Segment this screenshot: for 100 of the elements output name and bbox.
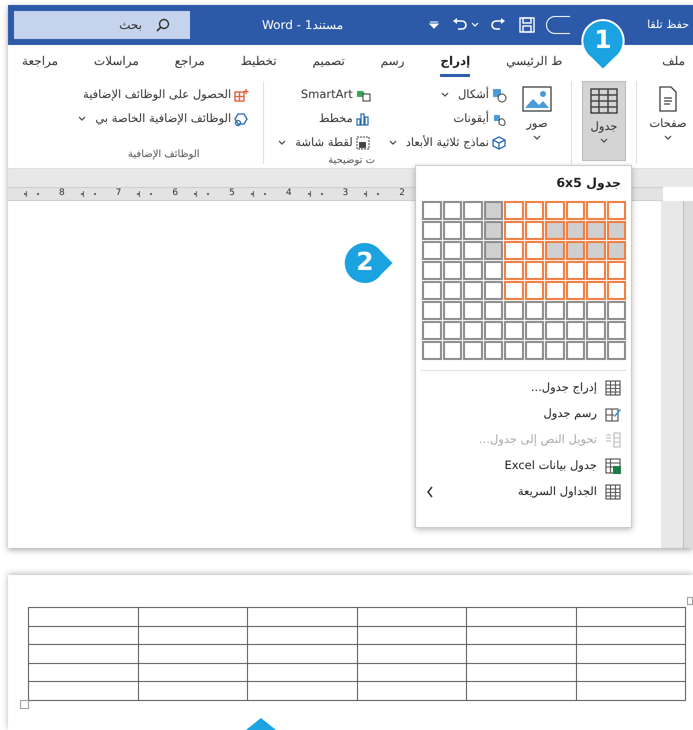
resize-handle[interactable] <box>20 700 29 709</box>
grid-cell[interactable] <box>422 240 442 260</box>
grid-cell[interactable] <box>463 320 482 340</box>
grid-cell[interactable] <box>545 240 564 260</box>
grid-cell[interactable] <box>606 260 626 280</box>
grid-cell[interactable] <box>586 200 606 220</box>
grid-cell[interactable] <box>442 320 462 340</box>
grid-cell[interactable] <box>422 280 442 300</box>
ribbon-tab[interactable]: ط الرئيسي <box>506 52 562 77</box>
ribbon-command[interactable]: أيقونات <box>453 109 507 129</box>
grid-cell[interactable] <box>606 240 626 260</box>
grid-cell[interactable] <box>442 220 462 240</box>
search-field[interactable]: بحث <box>14 11 190 39</box>
grid-cell[interactable] <box>524 280 544 300</box>
grid-cell[interactable] <box>484 320 503 340</box>
grid-cell[interactable] <box>484 240 503 260</box>
grid-cell[interactable] <box>422 300 442 320</box>
grid-cell[interactable] <box>504 240 524 260</box>
grid-cell[interactable] <box>566 240 585 260</box>
grid-cell[interactable] <box>586 240 606 260</box>
ribbon-tab[interactable]: مراسلات <box>94 52 139 77</box>
grid-cell[interactable] <box>442 340 462 360</box>
grid-cell[interactable] <box>484 220 503 240</box>
grid-cell[interactable] <box>442 240 462 260</box>
grid-cell[interactable] <box>606 340 626 360</box>
ribbon-tab[interactable]: رسم <box>380 52 404 77</box>
grid-cell[interactable] <box>606 220 626 240</box>
grid-cell[interactable] <box>463 220 482 240</box>
ribbon-command[interactable]: مخطط <box>318 109 371 129</box>
grid-cell[interactable] <box>524 260 544 280</box>
menu-item[interactable]: إدراج جدول... <box>416 374 631 401</box>
grid-cell[interactable] <box>545 300 564 320</box>
grid-cell[interactable] <box>606 200 626 220</box>
grid-cell[interactable] <box>442 280 462 300</box>
grid-cell[interactable] <box>484 200 503 220</box>
ribbon-command[interactable]: الحصول على الوظائف الإضافية <box>83 85 250 105</box>
grid-cell[interactable] <box>606 320 626 340</box>
grid-cell[interactable] <box>606 280 626 300</box>
grid-cell[interactable] <box>504 300 524 320</box>
grid-cell[interactable] <box>586 260 606 280</box>
grid-cell[interactable] <box>586 280 606 300</box>
ribbon-tab[interactable]: ملف <box>662 52 685 77</box>
grid-cell[interactable] <box>524 340 544 360</box>
grid-cell[interactable] <box>484 300 503 320</box>
grid-cell[interactable] <box>566 260 585 280</box>
grid-cell[interactable] <box>545 320 564 340</box>
grid-cell[interactable] <box>504 200 524 220</box>
grid-cell[interactable] <box>524 320 544 340</box>
grid-cell[interactable] <box>463 300 482 320</box>
grid-cell[interactable] <box>586 340 606 360</box>
grid-cell[interactable] <box>566 300 585 320</box>
grid-cell[interactable] <box>504 220 524 240</box>
grid-cell[interactable] <box>422 220 442 240</box>
grid-cell[interactable] <box>442 260 462 280</box>
grid-cell[interactable] <box>463 240 482 260</box>
grid-cell[interactable] <box>524 300 544 320</box>
grid-cell[interactable] <box>586 220 606 240</box>
grid-cell[interactable] <box>566 320 585 340</box>
ribbon-command[interactable]: SmartArt <box>300 85 371 105</box>
menu-item[interactable]: الجداول السريعة <box>416 478 631 505</box>
ribbon-command[interactable]: نماذج ثلاثية الأبعاد <box>388 133 507 153</box>
menu-item[interactable]: جدول بيانات Excel <box>416 452 631 479</box>
pictures-button[interactable]: صور <box>515 81 559 161</box>
grid-cell[interactable] <box>484 280 503 300</box>
grid-cell[interactable] <box>545 260 564 280</box>
ribbon-tab[interactable]: تصميم <box>312 52 345 77</box>
grid-cell[interactable] <box>566 220 585 240</box>
grid-cell[interactable] <box>586 320 606 340</box>
ribbon-tab[interactable]: مراجع <box>174 52 205 77</box>
grid-cell[interactable] <box>422 200 442 220</box>
grid-cell[interactable] <box>545 200 564 220</box>
grid-cell[interactable] <box>504 280 524 300</box>
grid-cell[interactable] <box>545 280 564 300</box>
grid-cell[interactable] <box>566 340 585 360</box>
grid-cell[interactable] <box>566 280 585 300</box>
grid-cell[interactable] <box>422 340 442 360</box>
grid-cell[interactable] <box>463 260 482 280</box>
grid-cell[interactable] <box>566 200 585 220</box>
table-button[interactable]: جدول <box>582 81 626 161</box>
grid-cell[interactable] <box>545 220 564 240</box>
menu-item[interactable]: رسم جدول <box>416 400 631 427</box>
autosave-toggle[interactable] <box>546 16 570 34</box>
grid-cell[interactable] <box>442 300 462 320</box>
grid-cell[interactable] <box>504 320 524 340</box>
grid-cell[interactable] <box>484 340 503 360</box>
grid-cell[interactable] <box>504 340 524 360</box>
grid-cell[interactable] <box>463 340 482 360</box>
grid-cell[interactable] <box>524 240 544 260</box>
ribbon-command[interactable]: الوظائف الإضافية الخاصة بي <box>78 109 250 129</box>
grid-cell[interactable] <box>586 300 606 320</box>
grid-cell[interactable] <box>442 200 462 220</box>
grid-cell[interactable] <box>524 200 544 220</box>
pages-button[interactable]: صفحات <box>647 81 689 161</box>
ribbon-command[interactable]: لقطة شاشة <box>278 133 371 153</box>
grid-cell[interactable] <box>606 300 626 320</box>
grid-cell[interactable] <box>463 200 482 220</box>
ribbon-tab[interactable]: تخطيط <box>240 52 277 77</box>
grid-cell[interactable] <box>422 320 442 340</box>
grid-cell[interactable] <box>484 260 503 280</box>
ribbon-tab[interactable]: مراجعة <box>22 52 58 77</box>
